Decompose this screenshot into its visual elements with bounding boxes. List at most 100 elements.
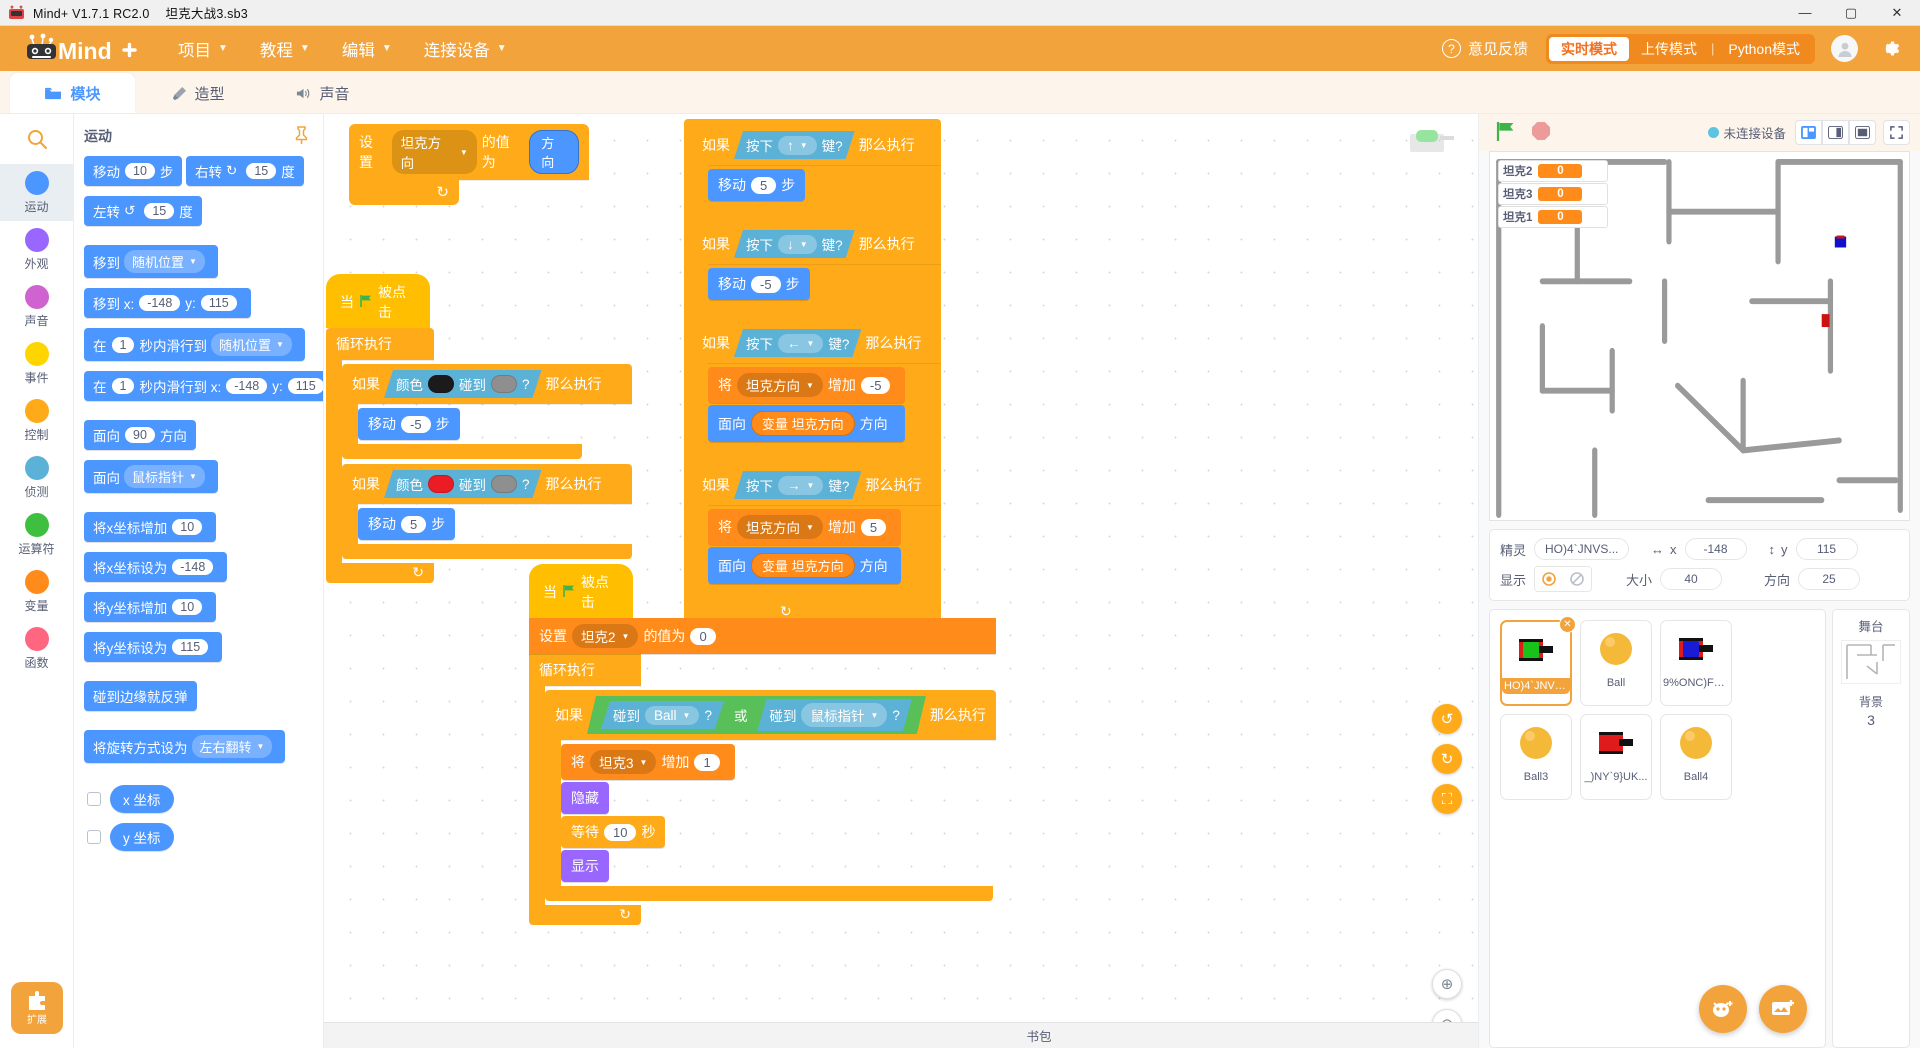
show-block[interactable]: 显示 — [561, 850, 609, 882]
category-variables[interactable]: 变量 — [0, 563, 73, 620]
block-input[interactable]: 0 — [690, 627, 716, 645]
palette-block-glide-xy[interactable]: 在 1 秒内滑行到 x: -148 y: 115 — [84, 371, 323, 401]
x-input[interactable]: -148 — [1684, 538, 1747, 560]
change-variable-block[interactable]: 将 坦克3 ▼ 增加 1 — [561, 744, 735, 780]
sprite-item-tank-blue[interactable]: 9%ONC)FR... — [1660, 620, 1732, 706]
category-sensing[interactable]: 侦测 — [0, 449, 73, 506]
touching-ball-block[interactable]: 碰到 Ball ▼ ? — [601, 701, 724, 729]
crop-icon[interactable]: ⛶ — [1432, 784, 1462, 814]
variable-dropdown[interactable]: 坦克2 ▼ — [572, 624, 639, 648]
if-block-key-up[interactable]: 如果 按下 ↑ ▼ 键? 那么执行 移动 5 步 — [684, 125, 941, 220]
block-input[interactable]: 1 — [111, 336, 135, 353]
palette-block-point-direction[interactable]: 面向 90 方向 — [84, 420, 196, 450]
redo-icon[interactable]: ↻ — [1432, 744, 1462, 774]
large-stage-icon[interactable] — [1822, 120, 1849, 145]
category-sound[interactable]: 声音 — [0, 278, 73, 335]
stage-canvas[interactable]: 坦克2 0 坦克3 0 坦克1 0 — [1489, 151, 1910, 521]
block-input[interactable]: -148 — [226, 378, 268, 394]
color-swatch-a[interactable] — [428, 375, 454, 393]
block-dropdown[interactable]: 随机位置 ▼ — [210, 333, 292, 356]
key-dropdown[interactable]: ← ▼ — [778, 334, 823, 353]
variable-dropdown[interactable]: 坦克3 ▼ — [590, 750, 657, 774]
block-input[interactable]: 10 — [172, 599, 203, 615]
palette-block-point-towards[interactable]: 面向 鼠标指针 ▼ — [84, 460, 218, 493]
if-block-color-red[interactable]: 如果 颜色 碰到 ? 那么执行 移动 5 步 — [342, 464, 632, 559]
forever-block[interactable]: 循环执行 如果 碰到 Ball ▼ ? 或 碰到 鼠标指针 ▼ ? 那么执行 将… — [529, 654, 996, 925]
palette-block-set-x[interactable]: 将x坐标设为 -148 — [84, 552, 228, 582]
variable-monitor[interactable]: 坦克1 0 — [1498, 206, 1608, 228]
mode-realtime[interactable]: 实时模式 — [1549, 36, 1630, 61]
feedback-button[interactable]: ? 意见反馈 — [1442, 38, 1528, 59]
variable-monitor[interactable]: 坦克3 0 — [1498, 183, 1608, 205]
palette-block-goto-random[interactable]: 移到 随机位置 ▼ — [84, 245, 218, 278]
fullscreen-icon[interactable] — [1883, 120, 1910, 145]
if-header[interactable]: 如果 碰到 Ball ▼ ? 或 碰到 鼠标指针 ▼ ? 那么执行 — [545, 690, 996, 740]
block-input[interactable]: 115 — [287, 378, 323, 394]
small-stage-icon[interactable] — [1795, 120, 1822, 145]
menu-connect-device[interactable]: 连接设备 ▼ — [424, 37, 507, 61]
set-variable-block[interactable]: 设置 坦克2 ▼ 的值为 0 — [529, 618, 996, 654]
y-input[interactable]: 115 — [1795, 538, 1858, 560]
direction-input[interactable]: 25 — [1798, 568, 1861, 590]
stop-icon[interactable] — [1531, 121, 1551, 144]
target-dropdown[interactable]: Ball ▼ — [645, 706, 699, 725]
if-header[interactable]: 如果 按下 ↓ ▼ 键? 那么执行 — [692, 224, 941, 264]
reporter-y-coordinate[interactable]: y 坐标 — [110, 823, 174, 851]
zoom-in-icon[interactable]: ⊕ — [1432, 969, 1462, 999]
block-input[interactable]: -148 — [172, 559, 214, 575]
delete-sprite-button[interactable]: ✕ — [1559, 616, 1576, 633]
search-icon[interactable] — [0, 114, 73, 164]
palette-block-turn-right[interactable]: 右转 ↻ 15 度 — [186, 156, 304, 186]
target-dropdown[interactable]: 鼠标指针 ▼ — [801, 703, 887, 727]
point-in-direction-block[interactable]: 面向 变量 坦克方向 方向 — [708, 405, 906, 442]
reporter-x-coordinate[interactable]: x 坐标 — [110, 785, 174, 813]
script-canvas[interactable]: 设置 坦克方向 ▼ 的值为 方向 ↻ 当 被点击 循环执行 如果 颜色 碰到 ?… — [324, 114, 1478, 1048]
palette-block-move-steps[interactable]: 移动 10 步 — [84, 156, 183, 186]
menu-project[interactable]: 项目 ▼ — [178, 37, 228, 61]
block-input[interactable]: -148 — [139, 295, 181, 311]
block-input[interactable]: 15 — [144, 203, 175, 219]
block-input[interactable]: 5 — [401, 515, 427, 533]
block-dropdown[interactable]: 鼠标指针 ▼ — [124, 465, 205, 488]
if-header[interactable]: 如果 按下 → ▼ 键? 那么执行 — [692, 465, 941, 505]
if-block-color-black[interactable]: 如果 颜色 碰到 ? 那么执行 移动 -5 步 — [342, 364, 632, 459]
block-dropdown[interactable]: 左右翻转 ▼ — [191, 735, 273, 758]
mode-upload[interactable]: 上传模式 — [1629, 37, 1709, 61]
sprite-name-input[interactable]: HO)4`JNVS... — [1534, 538, 1630, 560]
block-input[interactable]: -5 — [401, 415, 431, 433]
minimize-button[interactable]: — — [1782, 0, 1828, 26]
size-input[interactable]: 40 — [1660, 568, 1723, 590]
block-input[interactable]: 5 — [860, 518, 887, 536]
block-input[interactable]: 10 — [125, 163, 155, 179]
move-steps-block[interactable]: 移动 5 步 — [708, 169, 806, 201]
block-input[interactable]: 115 — [200, 295, 237, 311]
key-pressed-block[interactable]: 按下 ← ▼ 键? — [734, 329, 861, 357]
color-touching-color-block[interactable]: 颜色 碰到 ? — [384, 370, 542, 398]
block-input[interactable]: 5 — [751, 176, 777, 194]
block-input[interactable]: 15 — [246, 163, 277, 179]
variable-monitor[interactable]: 坦克2 0 — [1498, 160, 1608, 182]
menu-tutorial[interactable]: 教程 ▼ — [260, 37, 310, 61]
or-block[interactable]: 碰到 Ball ▼ ? 或 碰到 鼠标指针 ▼ ? — [587, 696, 926, 734]
palette-block-change-x[interactable]: 将x坐标增加 10 — [84, 512, 217, 542]
undo-icon[interactable]: ↺ — [1432, 704, 1462, 734]
variable-dropdown[interactable]: 坦克方向 ▼ — [391, 130, 477, 174]
show-visible-button[interactable] — [1535, 567, 1564, 591]
script-color-collision[interactable]: 当 被点击 循环执行 如果 颜色 碰到 ? 那么执行 移动 -5 步 如果 颜色… — [326, 274, 632, 583]
if-header[interactable]: 如果 按下 ← ▼ 键? 那么执行 — [692, 323, 941, 363]
palette-block-set-y[interactable]: 将y坐标设为 115 — [84, 632, 223, 662]
sprite-item-tank-red[interactable]: _)NY`9}UK... — [1580, 714, 1652, 800]
sprite-item-ball3[interactable]: Ball3 — [1500, 714, 1572, 800]
category-functions[interactable]: 函数 — [0, 620, 73, 677]
change-variable-block[interactable]: 将 坦克方向 ▼ 增加 5 — [708, 509, 902, 545]
key-pressed-block[interactable]: 按下 ↑ ▼ 键? — [734, 131, 855, 159]
move-steps-block[interactable]: 移动 -5 步 — [708, 268, 810, 300]
add-sprite-icon[interactable] — [1699, 985, 1747, 1033]
direction-reporter[interactable]: 方向 — [529, 130, 579, 174]
change-variable-block[interactable]: 将 坦克方向 ▼ 增加 -5 — [708, 367, 906, 403]
block-dropdown[interactable]: 随机位置 ▼ — [124, 250, 205, 273]
block-input[interactable]: 10 — [172, 519, 203, 535]
mode-python[interactable]: Python模式 — [1716, 37, 1812, 61]
hide-block[interactable]: 隐藏 — [561, 782, 609, 814]
key-pressed-block[interactable]: 按下 ↓ ▼ 键? — [734, 230, 855, 258]
